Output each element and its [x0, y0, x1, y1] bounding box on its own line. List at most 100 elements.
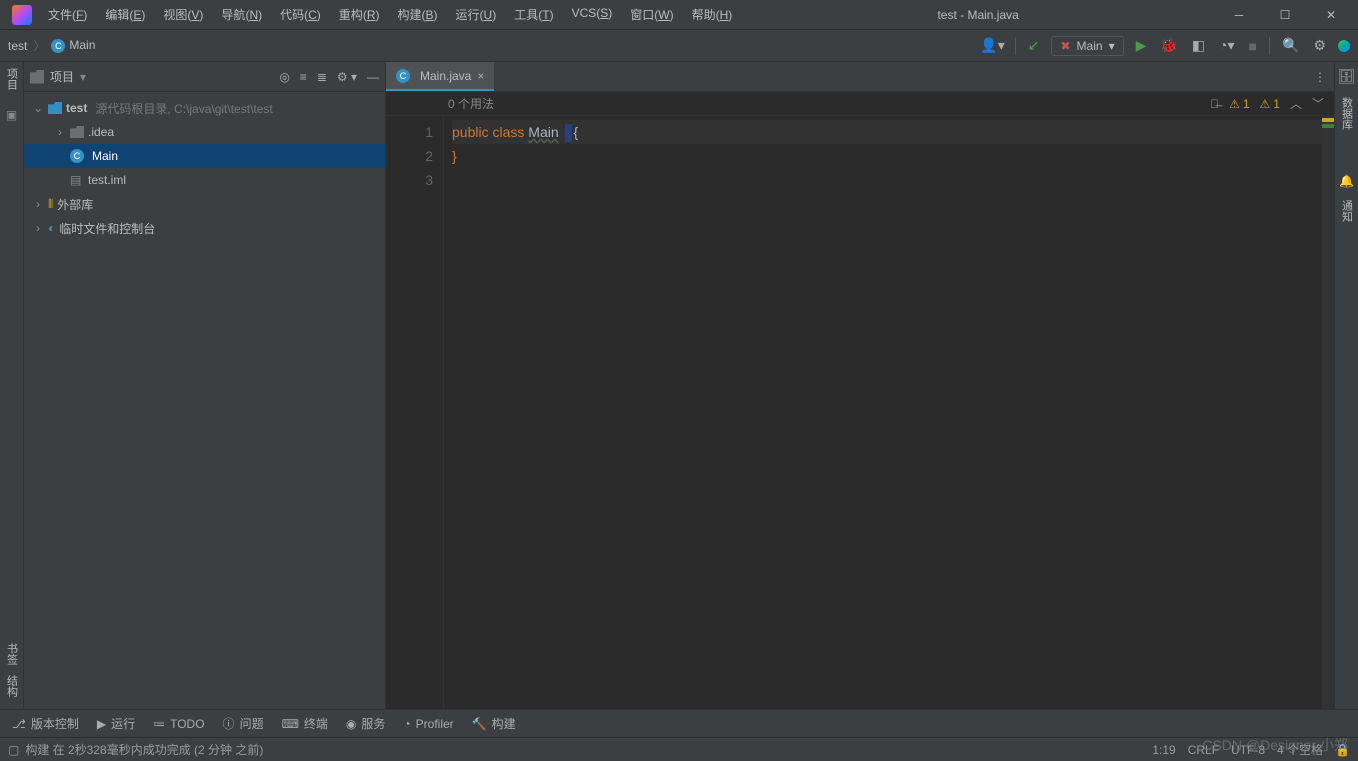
right-stripe: 🗄 数据库 🔔 通知 [1334, 62, 1358, 709]
warning-2[interactable]: ⚠1 [1260, 97, 1280, 111]
menu-view[interactable]: 视图(V) [155, 4, 211, 25]
chevron-down-icon[interactable]: ⌄ [32, 101, 44, 115]
marker-bar[interactable] [1322, 116, 1334, 709]
tree-item-label: test.iml [88, 173, 126, 187]
window-controls: ─ ☐ ✕ [1216, 0, 1354, 30]
line-number[interactable]: 2 [386, 144, 433, 168]
terminal-icon: ⌨ [282, 717, 299, 731]
chevron-right-icon[interactable]: › [32, 221, 44, 235]
usages-label[interactable]: 0 个用法 [448, 95, 494, 112]
reader-mode-icon[interactable]: 👁̶ [1210, 97, 1219, 111]
status-indent[interactable]: 4 个空格 [1277, 741, 1323, 758]
database-icon[interactable]: 🗄 [1338, 68, 1356, 85]
tabs-overflow[interactable]: ⋮ [1306, 62, 1334, 91]
code-line-2[interactable]: } [452, 144, 1322, 168]
menu-bar: 文件(F) 编辑(E) 视图(V) 导航(N) 代码(C) 重构(R) 构建(B… [40, 4, 740, 25]
menu-vcs[interactable]: VCS(S) [564, 4, 621, 25]
main-body: 项目 ▣ 书签 结构 项目 ▾ ◎ ≡ ≣ ⚙ ▾ — ⌄ test 源代码根目… [0, 62, 1358, 709]
tool-notifications-tab[interactable]: 通知 [1339, 200, 1355, 222]
expand-all-icon[interactable]: ≡ [300, 70, 307, 84]
tool-run[interactable]: ▶运行 [97, 715, 135, 732]
tool-bookmarks-tab[interactable]: 书签 [4, 643, 20, 665]
tool-project-tab[interactable]: 项目 [4, 68, 20, 90]
tool-structure-tab[interactable]: 结构 [4, 675, 20, 697]
close-button[interactable]: ✕ [1308, 0, 1354, 30]
collapse-all-icon[interactable]: ≣ [317, 70, 327, 84]
line-number[interactable]: 3 [386, 168, 433, 192]
bell-icon[interactable]: 🔔 [1339, 174, 1354, 188]
warning-1[interactable]: ⚠1 [1229, 97, 1249, 111]
tree-main-class[interactable]: C Main [24, 144, 385, 168]
menu-help[interactable]: 帮助(H) [684, 4, 741, 25]
tool-build[interactable]: 🔨构建 [472, 715, 516, 732]
menu-tools[interactable]: 工具(T) [506, 4, 561, 25]
menu-run[interactable]: 运行(U) [448, 4, 505, 25]
folder-icon[interactable]: ▣ [6, 108, 17, 122]
tree-external-libraries[interactable]: › ⦀ 外部库 [24, 192, 385, 216]
menu-code[interactable]: 代码(C) [272, 4, 329, 25]
prev-highlight-icon[interactable]: ︿ [1290, 95, 1302, 112]
dropdown-icon[interactable]: ▾ [80, 70, 86, 84]
breadcrumb-project[interactable]: test [8, 39, 27, 53]
tool-profiler[interactable]: ◔Profiler [403, 717, 453, 731]
menu-navigate[interactable]: 导航(N) [213, 4, 270, 25]
left-stripe: 项目 ▣ 书签 结构 [0, 62, 24, 709]
hide-icon[interactable]: — [367, 70, 379, 84]
menu-file[interactable]: 文件(F) [40, 4, 95, 25]
menu-window[interactable]: 窗口(W) [622, 4, 681, 25]
lock-icon[interactable]: 🔒 [1335, 743, 1350, 757]
tree-iml-file[interactable]: ▤ test.iml [24, 168, 385, 192]
next-highlight-icon[interactable]: ﹀ [1312, 95, 1324, 112]
tool-todo[interactable]: ≔TODO [153, 717, 204, 731]
tool-database-tab[interactable]: 数据库 [1339, 97, 1355, 130]
debug-button[interactable]: 🐞 [1158, 35, 1179, 56]
maximize-button[interactable]: ☐ [1262, 0, 1308, 30]
tool-terminal[interactable]: ⌨终端 [282, 715, 328, 732]
status-eol[interactable]: CRLF [1188, 743, 1219, 757]
status-encoding[interactable]: UTF-8 [1231, 743, 1265, 757]
search-icon[interactable]: 🔍 [1280, 35, 1301, 56]
coverage-button[interactable]: ◧ [1190, 35, 1207, 56]
code-area[interactable]: public class Main { } [444, 116, 1322, 709]
menu-edit[interactable]: 编辑(E) [97, 4, 153, 25]
line-number[interactable]: 1 [386, 120, 433, 144]
tool-services[interactable]: ◉服务 [346, 715, 386, 732]
tool-problems[interactable]: ⓘ问题 [223, 715, 264, 732]
stop-button[interactable]: ■ [1247, 36, 1259, 56]
code-editor[interactable]: 1 2 3 public class Main { } [386, 116, 1334, 709]
status-position[interactable]: 1:19 [1152, 743, 1175, 757]
status-icon[interactable]: ▢ [8, 743, 19, 757]
tool-vcs[interactable]: ⎇版本控制 [12, 715, 79, 732]
tab-close-icon[interactable]: × [477, 69, 484, 83]
plugin-icon[interactable] [1338, 40, 1350, 52]
editor-tabs: C Main.java × ⋮ [386, 62, 1334, 92]
separator [1015, 37, 1016, 55]
tree-root[interactable]: ⌄ test 源代码根目录, C:\java\git\test\test [24, 96, 385, 120]
branch-icon: ⎇ [12, 717, 26, 731]
project-panel-header: 项目 ▾ ◎ ≡ ≣ ⚙ ▾ — [24, 62, 385, 92]
settings-icon[interactable]: ⚙ ▾ [337, 70, 357, 84]
locate-icon[interactable]: ◎ [279, 70, 289, 84]
editor-column: C Main.java × ⋮ 0 个用法 👁̶ ⚠1 ⚠1 ︿ ﹀ 1 2 3 [386, 62, 1334, 709]
tab-main-java[interactable]: C Main.java × [386, 62, 494, 91]
chevron-right-icon[interactable]: › [54, 125, 66, 139]
user-icon[interactable]: 👤▾ [980, 37, 1004, 54]
settings-icon[interactable]: ⚙ [1311, 35, 1328, 56]
menu-build[interactable]: 构建(B) [389, 4, 445, 25]
code-line-1[interactable]: public class Main { [452, 120, 1322, 144]
tree-scratches[interactable]: › ◐ 临时文件和控制台 [24, 216, 385, 240]
run-button[interactable]: ▶ [1134, 35, 1149, 56]
run-config-selector[interactable]: ✖ Main ▾ [1051, 36, 1123, 56]
build-hammer-icon[interactable]: ↙ [1026, 35, 1042, 56]
tree-idea-folder[interactable]: › .idea [24, 120, 385, 144]
clock-icon: ◔ [403, 717, 410, 731]
code-line-3[interactable] [452, 168, 1322, 192]
chevron-right-icon[interactable]: › [32, 197, 44, 211]
breadcrumb-file[interactable]: CMain [51, 38, 95, 53]
tree-item-label: 外部库 [57, 196, 93, 213]
minimize-button[interactable]: ─ [1216, 0, 1262, 30]
profile-button[interactable]: ◔▾ [1217, 35, 1236, 56]
play-icon: ▶ [97, 717, 106, 731]
project-panel-title[interactable]: 项目 [50, 68, 74, 85]
menu-refactor[interactable]: 重构(R) [331, 4, 388, 25]
